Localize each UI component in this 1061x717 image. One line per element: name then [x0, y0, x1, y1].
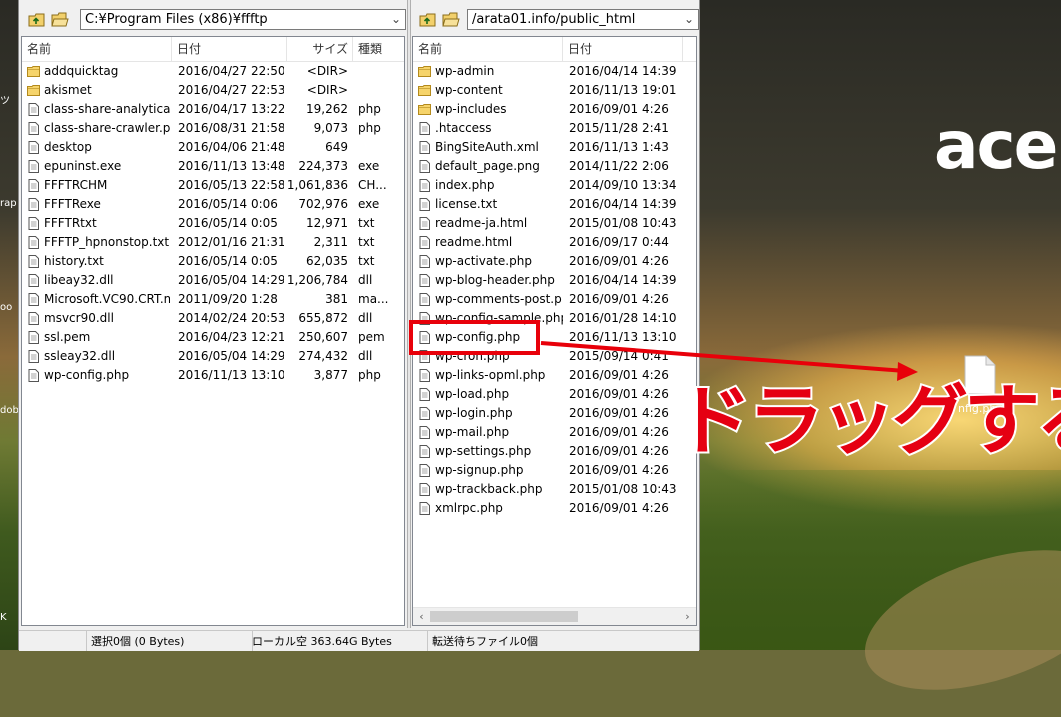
drag-instruction-text: ドラッグする: [674, 374, 1061, 467]
highlight-box: [409, 320, 540, 355]
